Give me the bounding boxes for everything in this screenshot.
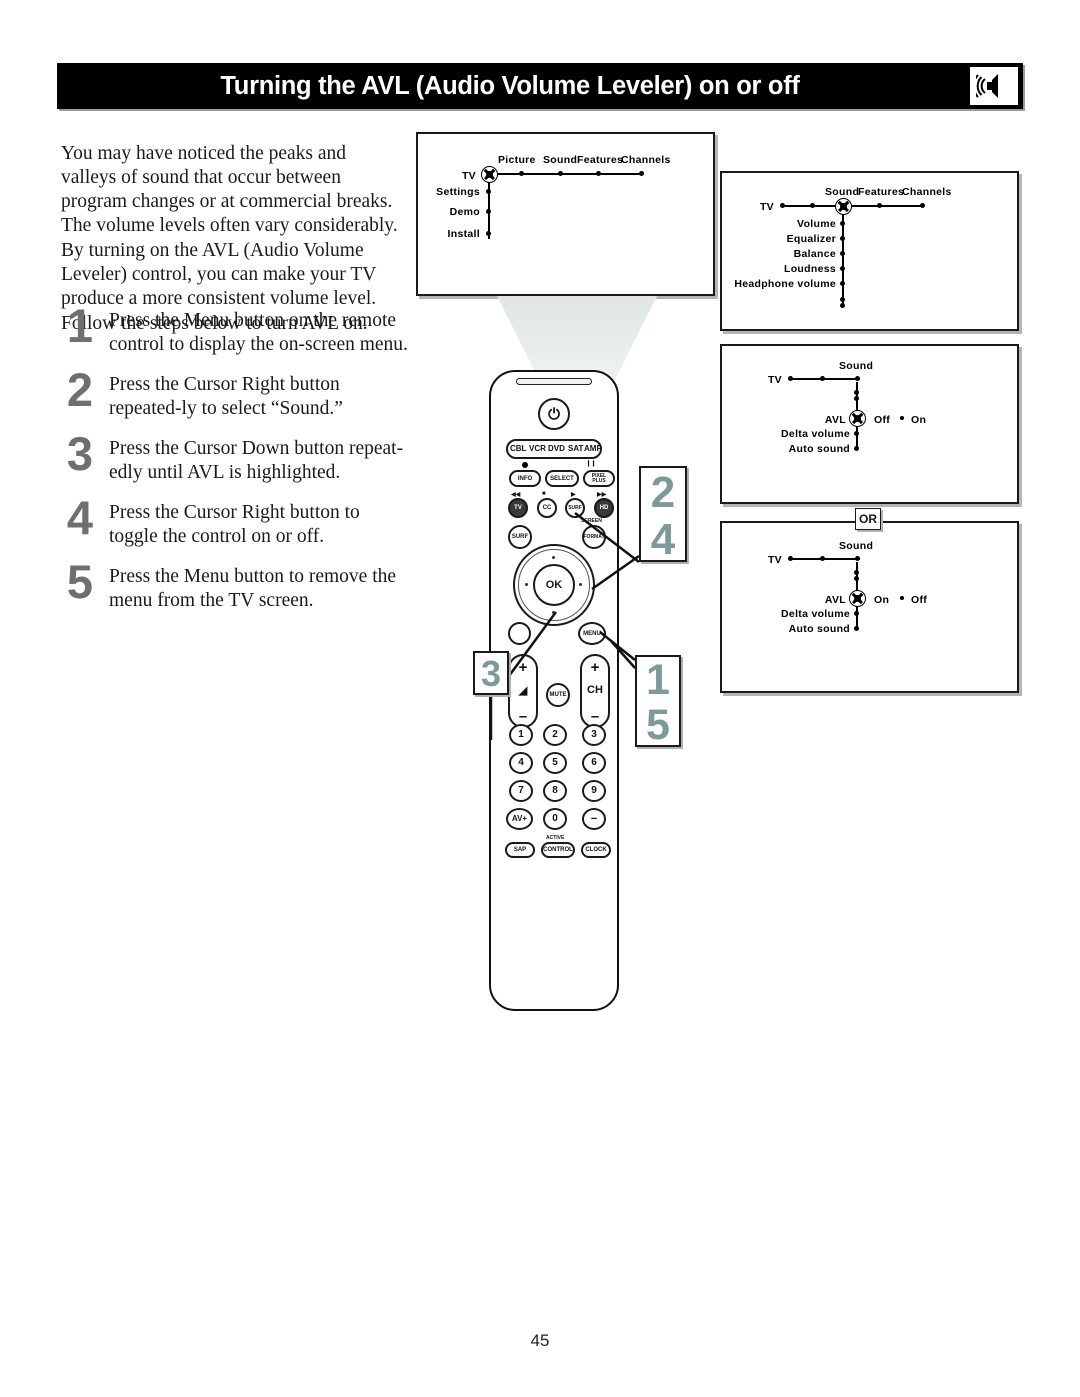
callout-digit: 1 — [646, 656, 670, 704]
callout-step-3: 3 — [473, 651, 509, 695]
callout-digit: 3 — [480, 653, 502, 694]
callout-digit: 5 — [646, 701, 670, 749]
callout-steps-2-4: 2 4 — [639, 466, 687, 564]
callout-digit: 2 — [650, 468, 676, 517]
callout-leader-lines — [489, 512, 640, 740]
or-badge: OR — [855, 508, 881, 530]
callout-digit: 4 — [650, 515, 676, 564]
callout-steps-1-5: 1 5 — [635, 655, 681, 749]
